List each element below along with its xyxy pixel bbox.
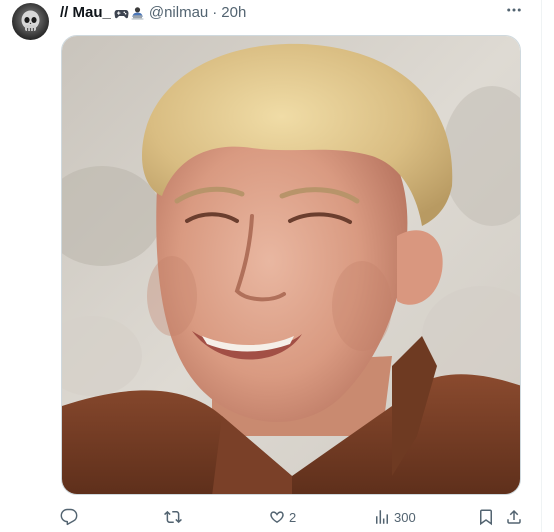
timestamp[interactable]: 20h: [221, 3, 246, 23]
tweet[interactable]: // Mau_ @nilmau · 20h 2 300: [0, 0, 554, 532]
share-icon: [505, 508, 523, 526]
tweet-media-image[interactable]: [61, 35, 521, 495]
bookmark-icon: [477, 508, 495, 526]
like-button[interactable]: 2: [268, 507, 296, 527]
laptop-person-icon: [130, 6, 145, 21]
views-icon: [373, 508, 391, 526]
photo: [62, 36, 520, 494]
more-button[interactable]: [500, 2, 528, 22]
views-button[interactable]: 300: [373, 507, 416, 527]
game-controller-icon: [114, 6, 129, 21]
heart-icon: [268, 508, 286, 526]
reply-icon: [60, 508, 78, 526]
avatar[interactable]: [12, 3, 49, 40]
like-count: 2: [289, 509, 297, 525]
display-name[interactable]: // Mau_: [60, 3, 111, 23]
more-icon: [505, 1, 523, 24]
tweet-header: // Mau_ @nilmau · 20h: [60, 3, 246, 23]
retweet-icon: [164, 508, 182, 526]
tweet-actions: 2 300: [60, 507, 528, 527]
separator-dot: ·: [212, 4, 218, 21]
bookmark-button[interactable]: [477, 507, 495, 527]
share-button[interactable]: [505, 507, 523, 527]
scrollbar[interactable]: [541, 0, 554, 532]
reply-button[interactable]: [60, 507, 81, 527]
views-count: 300: [394, 509, 416, 525]
author-handle[interactable]: @nilmau: [149, 3, 208, 23]
name-badges: [113, 6, 145, 21]
retweet-button[interactable]: [164, 507, 185, 527]
